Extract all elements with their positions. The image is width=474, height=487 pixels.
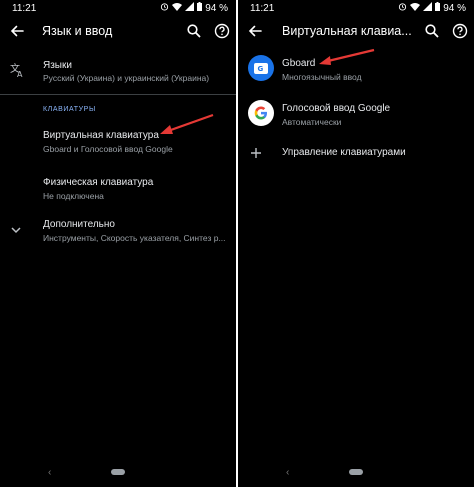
status-time: 11:21	[12, 3, 37, 14]
app-bar: Виртуальная клавиа...	[238, 18, 474, 46]
status-icons: 94 %	[398, 2, 466, 14]
svg-text:G: G	[258, 65, 264, 73]
page-title: Виртуальная клавиа...	[282, 24, 412, 38]
physical-keyboard-item[interactable]: Физическая клавиатура Не подключена	[0, 174, 236, 204]
status-bar: 11:21 94 %	[238, 0, 474, 18]
svg-text:A: A	[17, 70, 23, 78]
alarm-icon	[160, 2, 169, 14]
battery-icon	[435, 2, 441, 14]
google-voice-title: Голосовой ввод Google	[282, 103, 391, 114]
virtual-keyboard-subtitle: Gboard и Голосовой ввод Google	[43, 144, 173, 154]
search-icon[interactable]	[424, 23, 440, 39]
manage-keyboards-item[interactable]: Управление клавиатурами	[238, 144, 474, 164]
languages-item[interactable]: 文A Языки Русский (Украина) и украинский …	[0, 58, 236, 88]
wifi-icon	[410, 2, 421, 14]
signal-icon	[423, 2, 433, 14]
gboard-subtitle: Многоязычный ввод	[282, 72, 362, 82]
advanced-title: Дополнительно	[43, 219, 115, 230]
virtual-keyboard-title: Виртуальная клавиатура	[43, 130, 159, 141]
left-screen: 11:21 94 % Язык и ввод 文 A Языки Русский…	[0, 0, 236, 487]
alarm-icon	[398, 2, 407, 14]
right-screen: 11:21 94 % Виртуальная клавиа... G Gboar…	[238, 0, 474, 487]
red-arrow-annotation	[319, 48, 375, 65]
help-icon[interactable]	[452, 23, 468, 39]
nav-back-icon[interactable]: ‹	[48, 467, 51, 478]
google-icon	[248, 100, 274, 126]
app-bar: Язык и ввод	[0, 18, 236, 46]
status-time: 11:21	[250, 3, 275, 14]
manage-keyboards-title: Управление клавиатурами	[282, 147, 406, 158]
wifi-icon	[172, 2, 183, 14]
nav-home-pill[interactable]	[349, 469, 363, 475]
battery-icon	[197, 2, 203, 14]
signal-icon	[185, 2, 195, 14]
advanced-item[interactable]: Дополнительно Инструменты, Скорость указ…	[0, 216, 236, 246]
red-arrow-annotation	[160, 113, 214, 134]
nav-bar: ‹	[0, 459, 236, 487]
chevron-down-icon	[10, 222, 22, 240]
back-arrow-icon[interactable]	[8, 22, 26, 40]
plus-icon	[250, 146, 262, 164]
translate-icon: 文A	[10, 62, 26, 83]
keyboards-section-header: КЛАВИАТУРЫ	[43, 106, 96, 113]
physical-keyboard-subtitle: Не подключена	[43, 191, 104, 201]
search-icon[interactable]	[186, 23, 202, 39]
nav-back-icon[interactable]: ‹	[286, 467, 289, 478]
physical-keyboard-title: Физическая клавиатура	[43, 177, 154, 188]
languages-subtitle: Русский (Украина) и украинский (Украина)	[43, 73, 210, 83]
google-voice-input-item[interactable]: Голосовой ввод Google Автоматически	[238, 100, 474, 130]
page-title: Язык и ввод	[42, 24, 113, 38]
battery-level: 94 %	[443, 2, 466, 14]
gboard-icon: G	[248, 55, 274, 81]
nav-home-pill[interactable]	[111, 469, 125, 475]
divider	[0, 94, 236, 95]
back-arrow-icon[interactable]	[246, 22, 264, 40]
status-bar: 11:21 94 %	[0, 0, 236, 18]
gboard-title: Gboard	[282, 58, 316, 69]
google-voice-subtitle: Автоматически	[282, 117, 342, 127]
languages-title: Языки	[43, 60, 72, 71]
nav-bar: ‹	[238, 459, 474, 487]
battery-level: 94 %	[205, 2, 228, 14]
advanced-subtitle: Инструменты, Скорость указателя, Синтез …	[43, 233, 226, 243]
status-icons: 94 %	[160, 2, 228, 14]
help-icon[interactable]	[214, 23, 230, 39]
